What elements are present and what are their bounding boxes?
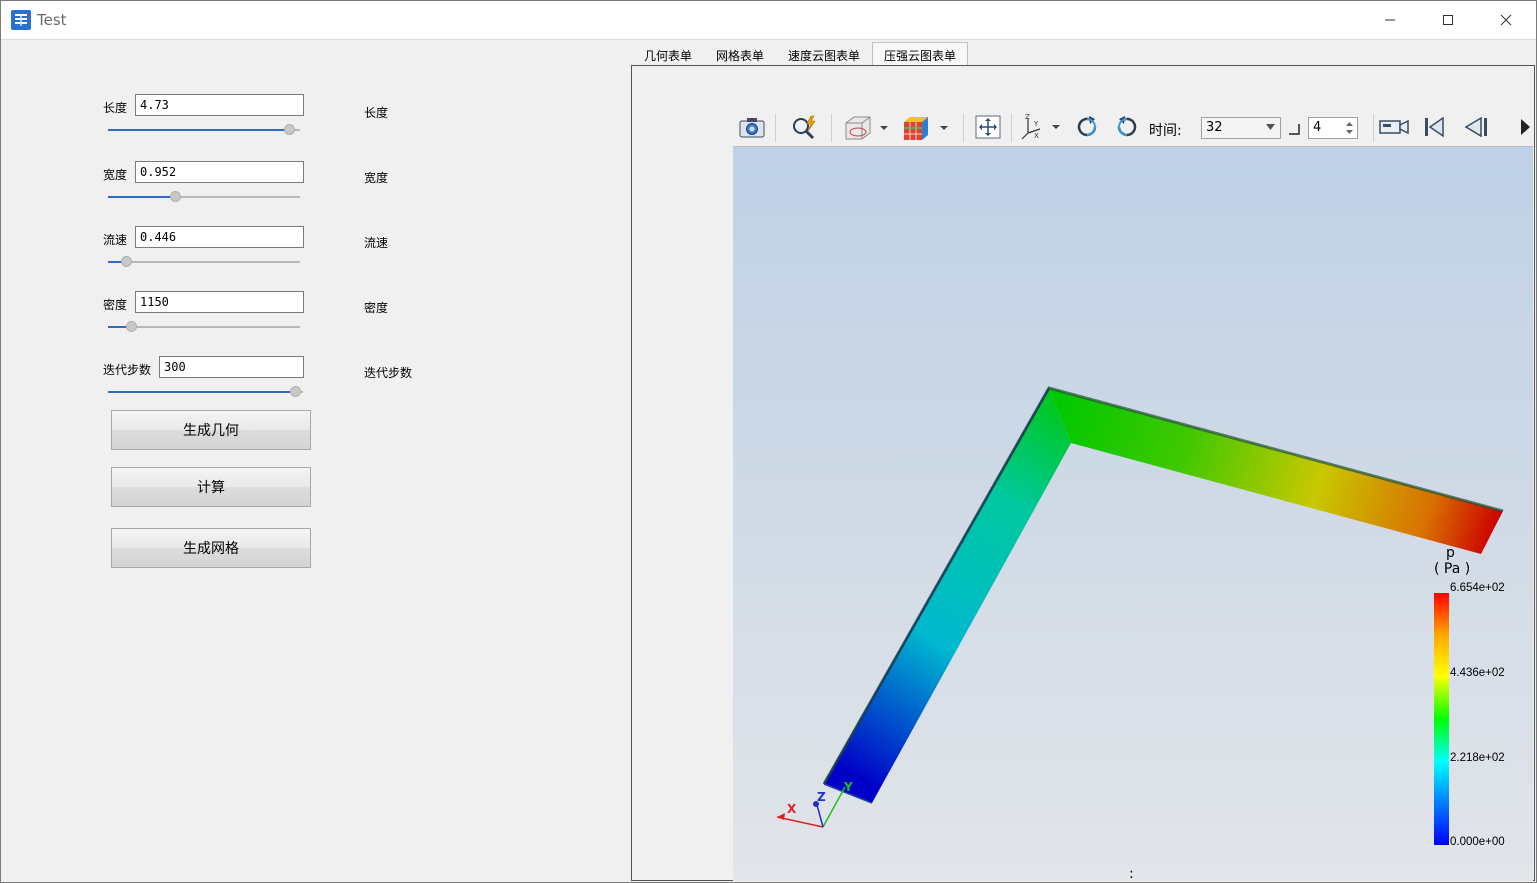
generate-mesh-button[interactable]: 生成网格 bbox=[111, 528, 311, 568]
y-axis-label: Y bbox=[843, 780, 853, 794]
zoom-to-fit-button[interactable] bbox=[789, 112, 821, 142]
svg-text:Z: Z bbox=[1025, 113, 1030, 121]
legend-tick-min: 0.000e+00 bbox=[1450, 836, 1505, 848]
step-value: 4 bbox=[1313, 120, 1322, 135]
density-right-label: 密度 bbox=[364, 301, 389, 315]
app-window: Test 长度 4.73 长度 宽度 0.952 宽度 流速 0.446 流速 … bbox=[0, 0, 1537, 883]
svg-text:Y: Y bbox=[1033, 120, 1039, 128]
video-camera-icon bbox=[1379, 119, 1409, 135]
spin-arrows-icon bbox=[1346, 122, 1353, 134]
rotate-counterclockwise-icon bbox=[1117, 116, 1137, 137]
client-area: 长度 4.73 长度 宽度 0.952 宽度 流速 0.446 流速 密度 11… bbox=[1, 40, 1536, 882]
density-label: 密度 bbox=[103, 298, 128, 312]
display-mode-button[interactable] bbox=[841, 112, 891, 142]
previous-frame-button[interactable] bbox=[1459, 112, 1493, 142]
compute-button[interactable]: 计算 bbox=[111, 467, 311, 507]
title-bar: Test bbox=[1, 1, 1536, 40]
slider-handle[interactable] bbox=[126, 321, 137, 332]
legend-tick-max: 6.654e+02 bbox=[1450, 582, 1505, 594]
svg-text:X: X bbox=[1034, 132, 1039, 140]
iterations-right-label: 迭代步数 bbox=[364, 366, 413, 380]
step-icon bbox=[1289, 124, 1300, 135]
tab-bar: 几何表单 网格表单 速度云图表单 压强云图表单 bbox=[632, 42, 969, 67]
legend-unit: ( Pa ) bbox=[1434, 561, 1471, 577]
velocity-right-label: 流速 bbox=[364, 236, 389, 250]
camera-icon bbox=[739, 118, 765, 138]
first-frame-button[interactable] bbox=[1419, 112, 1449, 142]
width-input[interactable]: 0.952 bbox=[135, 161, 304, 183]
iterations-label: 迭代步数 bbox=[103, 363, 152, 377]
skip-to-start-icon bbox=[1425, 116, 1444, 138]
iterations-input[interactable]: 300 bbox=[159, 356, 304, 378]
minimize-icon bbox=[1385, 19, 1395, 21]
z-axis-label: Z bbox=[817, 790, 826, 804]
rotate-clockwise-icon bbox=[1077, 116, 1097, 137]
record-button[interactable] bbox=[1377, 112, 1411, 142]
length-input[interactable]: 4.73 bbox=[135, 94, 304, 116]
legend-tick: 4.436e+02 bbox=[1450, 667, 1505, 679]
iterations-slider[interactable] bbox=[108, 386, 303, 398]
rotate-cw-button[interactable] bbox=[1071, 112, 1103, 142]
slider-handle[interactable] bbox=[170, 191, 181, 202]
app-icon bbox=[11, 10, 31, 30]
velocity-slider[interactable] bbox=[108, 256, 300, 268]
axes-orientation-button[interactable]: Z Y X bbox=[1017, 112, 1063, 142]
legend-color-bar bbox=[1434, 593, 1449, 845]
close-icon bbox=[1500, 14, 1512, 26]
length-right-label: 长度 bbox=[364, 106, 389, 120]
density-slider[interactable] bbox=[108, 321, 300, 333]
play-icon bbox=[1521, 119, 1530, 135]
width-slider[interactable] bbox=[108, 191, 300, 203]
tab-velocity[interactable]: 速度云图表单 bbox=[776, 44, 872, 66]
color-map-button[interactable] bbox=[899, 112, 951, 142]
slider-handle[interactable] bbox=[284, 124, 295, 135]
legend-tick: 2.218e+02 bbox=[1450, 752, 1505, 764]
length-slider[interactable] bbox=[108, 124, 300, 136]
x-axis-label: X bbox=[787, 802, 797, 816]
length-label: 长度 bbox=[103, 101, 128, 115]
viewer-toolbar: Z Y X 时间: 32 4 bbox=[733, 108, 1533, 147]
fit-view-icon bbox=[975, 115, 1001, 139]
step-spinbox[interactable]: 4 bbox=[1308, 117, 1358, 139]
maximize-button[interactable] bbox=[1419, 1, 1477, 39]
pressure-contour-pipe: X Y Z : bbox=[776, 386, 1504, 881]
chevron-down-icon bbox=[1266, 124, 1275, 130]
reset-view-button[interactable] bbox=[973, 112, 1003, 142]
tab-pressure[interactable]: 压强云图表单 bbox=[872, 42, 969, 67]
next-frame-button[interactable] bbox=[1515, 112, 1533, 142]
slider-handle[interactable] bbox=[121, 256, 132, 267]
minimize-button[interactable] bbox=[1361, 1, 1419, 39]
velocity-input[interactable]: 0.446 bbox=[135, 226, 304, 248]
time-label: 时间: bbox=[1149, 123, 1182, 139]
generate-geometry-button[interactable]: 生成几何 bbox=[111, 410, 311, 450]
width-label: 宽度 bbox=[103, 168, 128, 182]
color-cube-icon bbox=[904, 117, 948, 140]
screenshot-button[interactable] bbox=[737, 112, 767, 142]
slider-handle[interactable] bbox=[290, 386, 301, 397]
close-button[interactable] bbox=[1477, 1, 1535, 39]
magnifier-bolt-icon bbox=[793, 115, 816, 140]
time-select[interactable]: 32 bbox=[1201, 117, 1281, 139]
legend-variable: p bbox=[1446, 545, 1455, 561]
rotate-ccw-button[interactable] bbox=[1111, 112, 1143, 142]
width-right-label: 宽度 bbox=[364, 171, 389, 185]
density-input[interactable]: 1150 bbox=[135, 291, 304, 313]
maximize-icon bbox=[1443, 15, 1453, 25]
velocity-label: 流速 bbox=[103, 233, 128, 247]
tab-geometry[interactable]: 几何表单 bbox=[632, 44, 704, 66]
tab-mesh[interactable]: 网格表单 bbox=[704, 44, 776, 66]
surface-mode-icon bbox=[845, 116, 888, 140]
axes-icon: Z Y X bbox=[1021, 113, 1060, 140]
step-back-icon bbox=[1464, 116, 1487, 138]
window-title: Test bbox=[37, 11, 67, 29]
time-value: 32 bbox=[1206, 120, 1223, 135]
status-mark: : bbox=[1129, 866, 1134, 881]
